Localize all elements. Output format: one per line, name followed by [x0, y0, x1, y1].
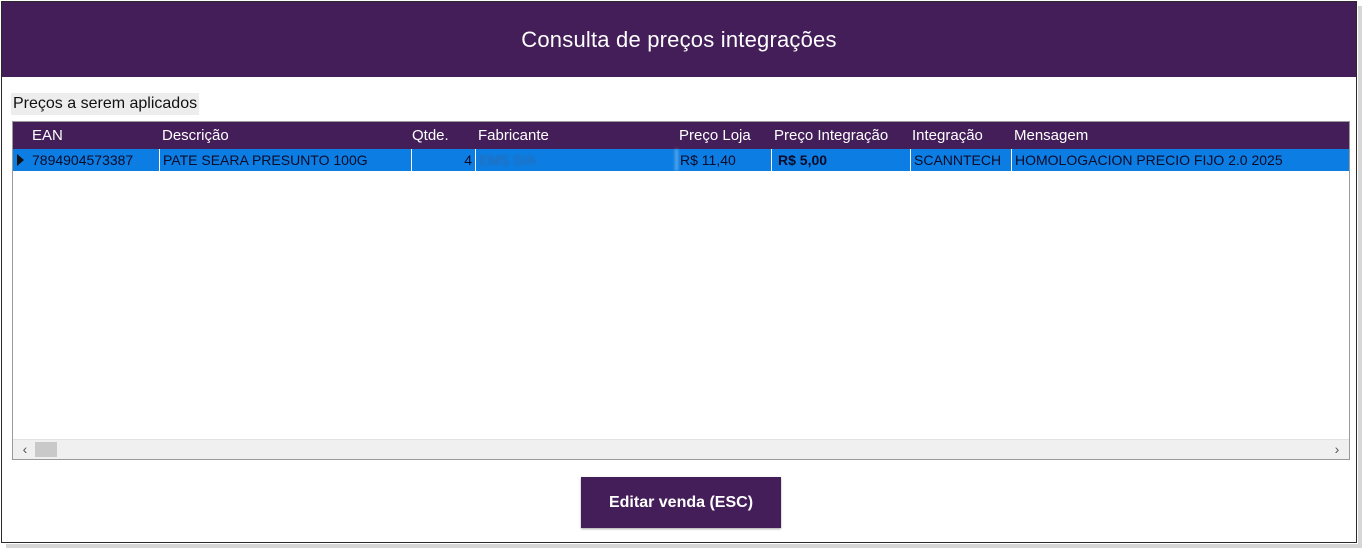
column-header-qtde[interactable]: Qtde. — [412, 122, 449, 149]
cell-fabricante: EMS S/A — [476, 149, 677, 171]
current-row-arrow-icon — [17, 154, 24, 166]
edit-sale-button[interactable]: Editar venda (ESC) — [581, 477, 781, 528]
section-label: Preços a serem aplicados — [11, 93, 200, 115]
horizontal-scrollbar[interactable]: ‹ › — [13, 439, 1349, 459]
cell-mensagem: HOMOLOGACION PRECIO FIJO 2.0 2025 — [1015, 152, 1283, 168]
cell-descricao: PATE SEARA PRESUNTO 100G — [160, 149, 412, 171]
table-row[interactable]: 7894904573387 PATE SEARA PRESUNTO 100G 4… — [29, 149, 1349, 171]
column-header-integracao[interactable]: Integração — [912, 122, 983, 149]
scroll-right-icon[interactable]: › — [1327, 440, 1347, 459]
scrollbar-thumb[interactable] — [35, 442, 57, 457]
column-header-preco-integracao[interactable]: Preço Integração — [774, 122, 888, 149]
row-indicator — [13, 149, 29, 171]
column-header-fabricante[interactable]: Fabricante — [478, 122, 549, 149]
cell-qtde: 4 — [412, 149, 476, 171]
cell-preco-loja: R$ 11,40 — [677, 149, 772, 171]
window-shadow-right — [1358, 6, 1362, 546]
price-query-window: Consulta de preços integrações Preços a … — [1, 1, 1357, 543]
window-title: Consulta de preços integrações — [521, 26, 837, 52]
scroll-left-icon[interactable]: ‹ — [15, 440, 35, 459]
cell-preco-integracao: R$ 5,00 — [772, 149, 911, 171]
cell-ean: 7894904573387 — [29, 149, 160, 171]
column-header-ean[interactable]: EAN — [32, 122, 63, 149]
column-header-descricao[interactable]: Descrição — [162, 122, 229, 149]
prices-grid[interactable]: EAN Descrição Qtde. Fabricante Preço Loj… — [12, 121, 1350, 460]
window-title-bar: Consulta de preços integrações — [2, 2, 1356, 77]
cell-integracao: SCANNTECH — [911, 149, 1012, 171]
column-header-preco-loja[interactable]: Preço Loja — [679, 122, 751, 149]
window-shadow-bottom — [6, 544, 1362, 548]
grid-header: EAN Descrição Qtde. Fabricante Preço Loj… — [13, 122, 1349, 149]
column-header-mensagem[interactable]: Mensagem — [1014, 122, 1088, 149]
